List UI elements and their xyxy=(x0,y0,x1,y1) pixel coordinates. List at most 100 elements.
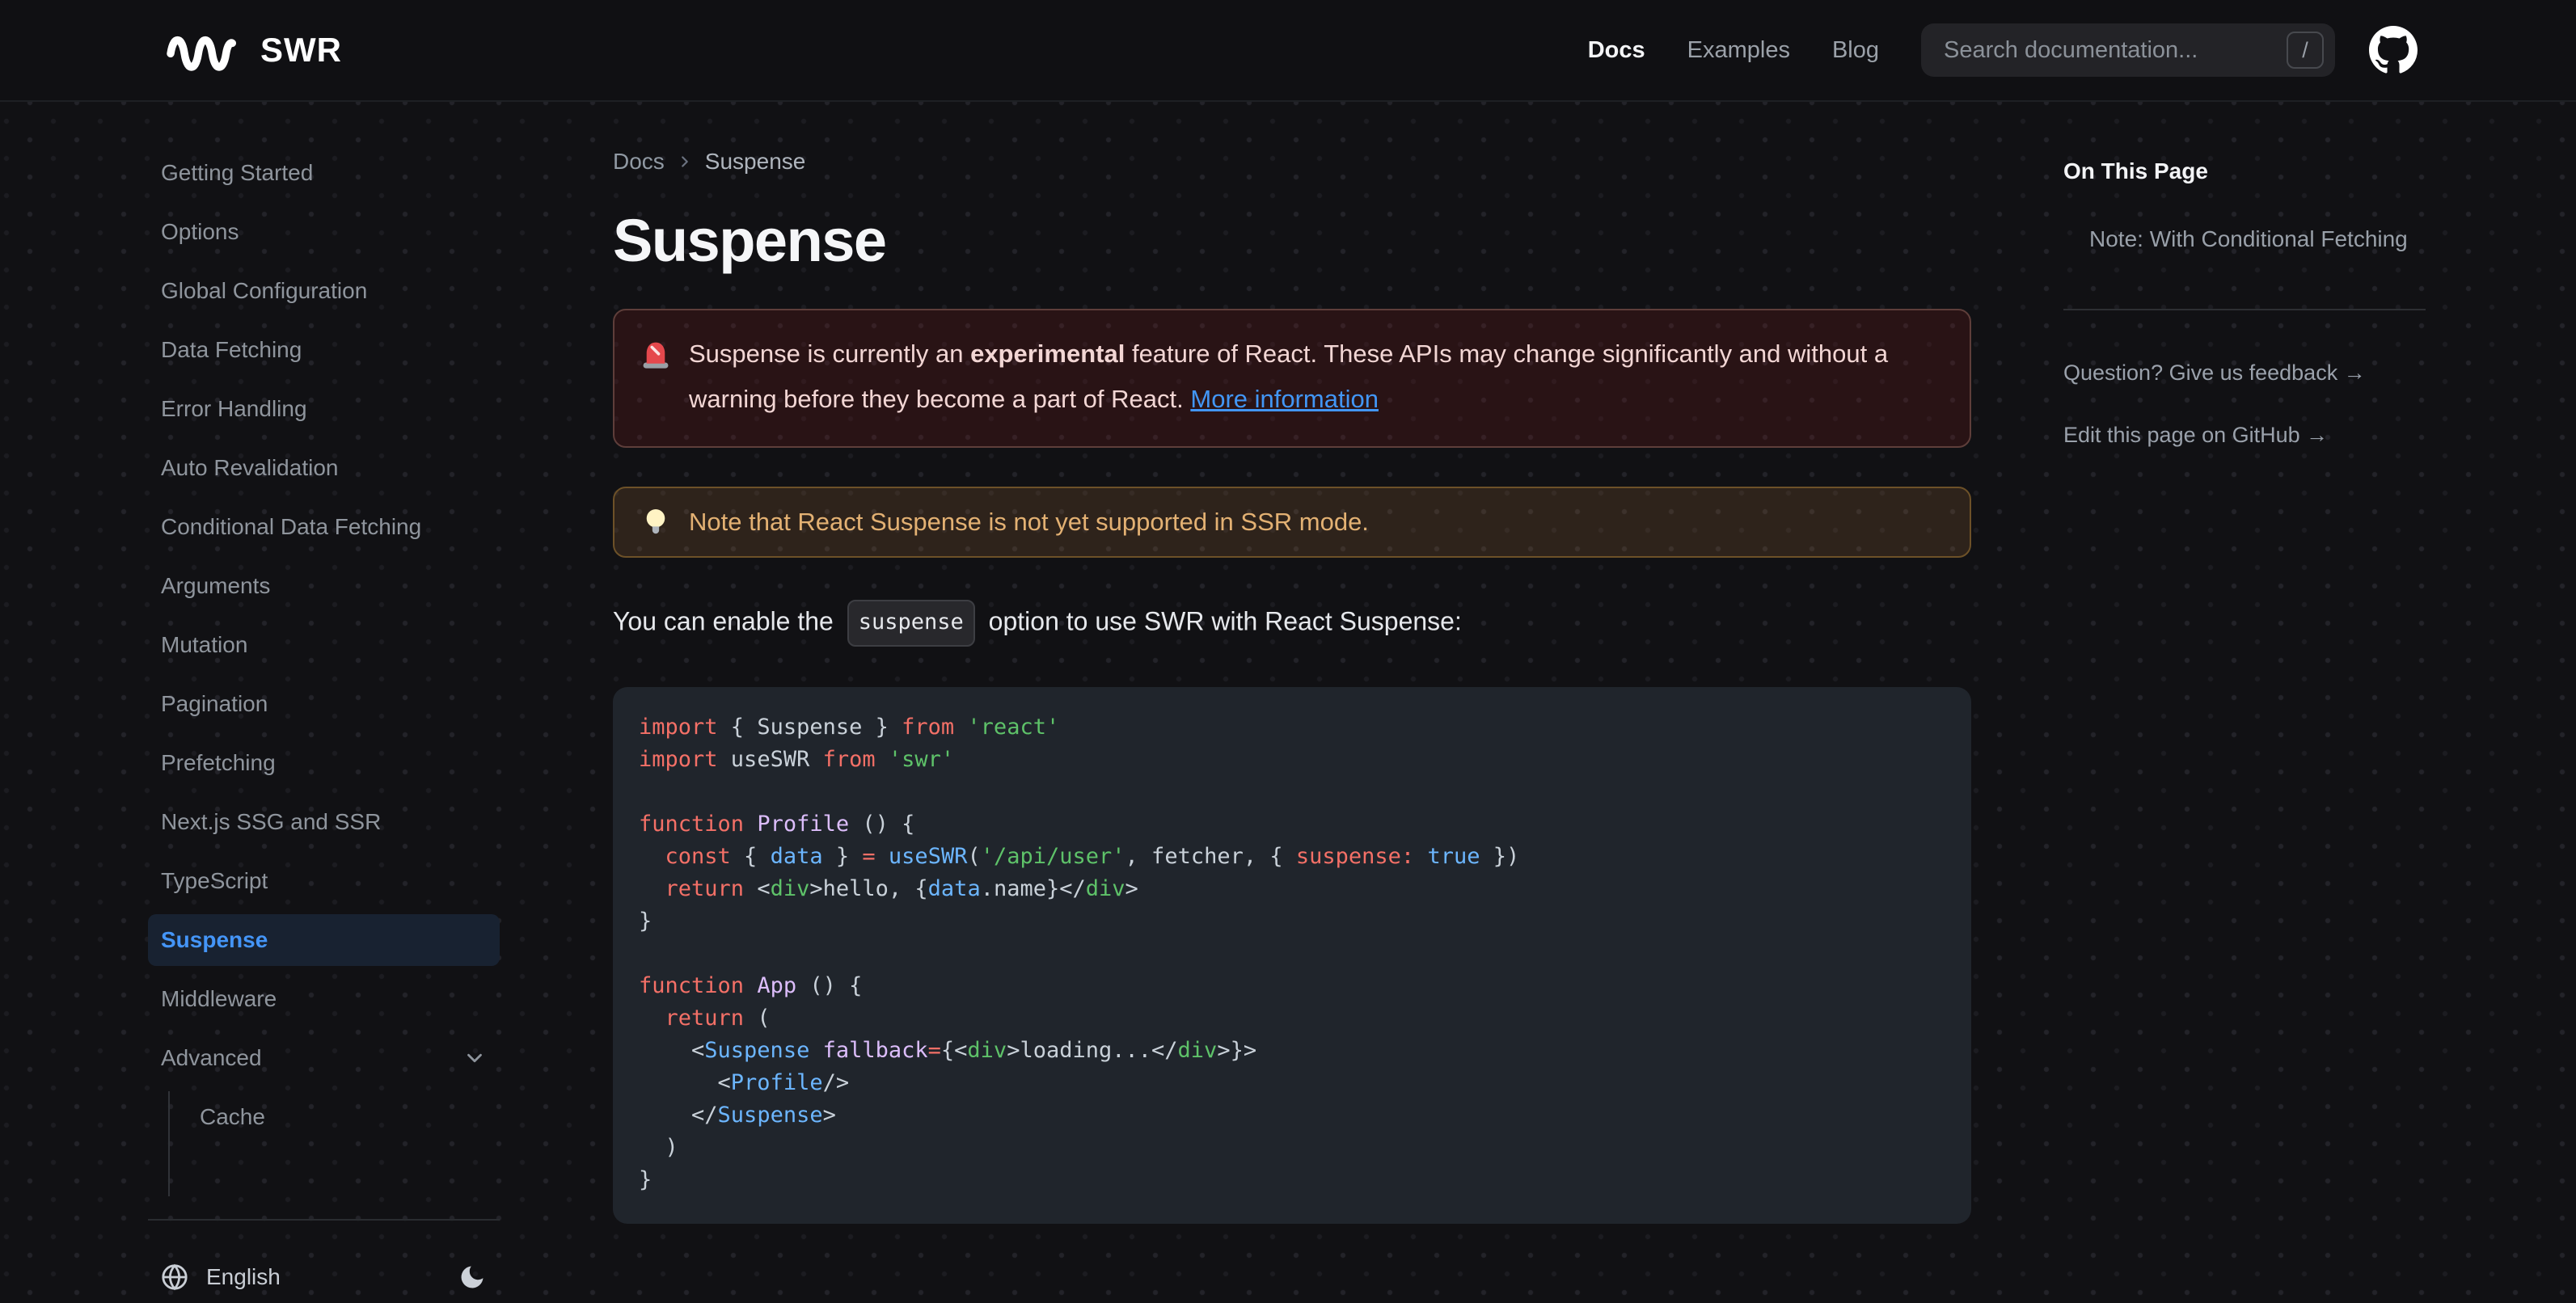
sidebar-item-auto-revalidation[interactable]: Auto Revalidation xyxy=(148,442,500,494)
sidebar-item-label: Middleware xyxy=(161,986,277,1011)
theme-toggle-moon-icon[interactable] xyxy=(458,1263,487,1292)
code-token: >hello, { xyxy=(809,876,928,901)
callout-text-segment: experimental xyxy=(970,339,1125,368)
nav-link-examples[interactable]: Examples xyxy=(1687,37,1790,64)
sidebar-item-conditional-data-fetching[interactable]: Conditional Data Fetching xyxy=(148,501,500,553)
swr-logo[interactable]: SWR xyxy=(160,26,342,74)
sidebar-item-advanced[interactable]: Advanced xyxy=(148,1032,500,1084)
sidebar-nested-group: Cache xyxy=(168,1091,500,1196)
code-token: useSWR xyxy=(888,844,968,869)
paragraph-text: option to use SWR with React Suspense: xyxy=(981,606,1462,636)
sidebar-item-typescript[interactable]: TypeScript xyxy=(148,855,500,907)
chevron-right-icon xyxy=(676,153,694,171)
sidebar-item-label: TypeScript xyxy=(161,868,268,893)
intro-paragraph: You can enable the suspense option to us… xyxy=(613,600,1971,647)
toc-item-link[interactable]: Note: With Conditional Fetching xyxy=(2089,225,2435,254)
sidebar-item-pagination[interactable]: Pagination xyxy=(148,678,500,730)
sidebar-item-label: Conditional Data Fetching xyxy=(161,514,422,539)
sidebar-item-data-fetching[interactable]: Data Fetching xyxy=(148,324,500,376)
globe-icon xyxy=(161,1263,188,1291)
code-token: div xyxy=(770,876,810,901)
feedback-link[interactable]: Question? Give us feedback → xyxy=(2063,361,2435,386)
code-token: from xyxy=(822,747,876,772)
code-token: }) xyxy=(1480,844,1520,869)
sidebar-item-label: Error Handling xyxy=(161,396,307,421)
sidebar-item-cache[interactable]: Cache xyxy=(187,1091,500,1143)
code-token: ) xyxy=(639,1135,678,1160)
sidebar: Getting Started Options Global Configurati… xyxy=(148,102,500,1303)
code-line: <Suspense fallback={<div>loading...</div… xyxy=(639,1035,1945,1067)
sidebar-item-label: Mutation xyxy=(161,632,248,657)
sidebar-item-arguments[interactable]: Arguments xyxy=(148,560,500,612)
nav-link-docs[interactable]: Docs xyxy=(1588,37,1645,64)
code-token: return xyxy=(665,1006,745,1031)
sidebar-item-label: Data Fetching xyxy=(161,337,302,362)
code-line: function Profile () { xyxy=(639,808,1945,841)
edit-page-link[interactable]: Edit this page on GitHub → xyxy=(2063,423,2435,448)
sidebar-item-prefetching[interactable]: Prefetching xyxy=(148,737,500,789)
code-token: import xyxy=(639,715,718,740)
code-token: data xyxy=(927,876,981,901)
more-information-link[interactable]: More information xyxy=(1190,377,1379,422)
code-token: from xyxy=(902,715,955,740)
code-token: } xyxy=(639,909,652,934)
callout-text-segment: Suspense is currently an xyxy=(689,339,971,368)
main-layout: Getting Started Options Global Configurati… xyxy=(0,102,2576,1303)
sidebar-item-global-configuration[interactable]: Global Configuration xyxy=(148,265,500,317)
page-title: Suspense xyxy=(613,207,887,274)
search-input[interactable]: Search documentation... / xyxy=(1921,23,2335,77)
search-shortcut-key: / xyxy=(2287,32,2324,69)
sidebar-item-label: Auto Revalidation xyxy=(161,455,339,480)
breadcrumb-docs[interactable]: Docs xyxy=(613,149,665,175)
code-token: ( xyxy=(967,844,981,869)
sidebar-item-label: Prefetching xyxy=(161,750,276,775)
code-line: return ( xyxy=(639,1002,1945,1035)
code-token: App xyxy=(757,973,797,998)
code-line: import useSWR from 'swr' xyxy=(639,744,1945,776)
ssr-note-text: Note that React Suspense is not yet supp… xyxy=(689,508,1369,536)
code-line: ) xyxy=(639,1132,1945,1164)
nav-link-blog[interactable]: Blog xyxy=(1832,37,1879,64)
sidebar-item-label: Suspense xyxy=(161,927,268,952)
code-line: } xyxy=(639,905,1945,938)
code-token: true xyxy=(1427,844,1480,869)
language-switcher[interactable]: English xyxy=(206,1264,281,1290)
sidebar-item-label: Getting Started xyxy=(161,160,314,185)
sidebar-item-options[interactable]: Options xyxy=(148,206,500,258)
sidebar-item-label: Options xyxy=(161,219,239,244)
code-token: , fetcher, { xyxy=(1125,844,1296,869)
sidebar-item-getting-started[interactable]: Getting Started xyxy=(148,147,500,199)
ssr-note-callout: Note that React Suspense is not yet supp… xyxy=(613,487,1971,558)
code-token: () { xyxy=(849,812,915,837)
code-token: > xyxy=(1125,876,1138,901)
sidebar-item-middleware[interactable]: Middleware xyxy=(148,973,500,1025)
sidebar-item-next-js-ssg-and-ssr[interactable]: Next.js SSG and SSR xyxy=(148,796,500,848)
sidebar-item-mutation[interactable]: Mutation xyxy=(148,619,500,671)
github-icon xyxy=(2369,26,2418,74)
sidebar-items: Getting Started Options Global Configurati… xyxy=(148,147,500,1196)
sidebar-item-error-handling[interactable]: Error Handling xyxy=(148,383,500,435)
code-token: '/api/user' xyxy=(980,844,1125,869)
sidebar-item-label: Next.js SSG and SSR xyxy=(161,809,382,834)
code-line: import { Suspense } from 'react' xyxy=(639,711,1945,744)
code-token: Profile xyxy=(757,812,850,837)
toc: On This Page Note: With Conditional Fetc… xyxy=(2063,102,2435,448)
chevron-down-icon xyxy=(462,1046,487,1070)
code-line: const { data } = useSWR('/api/user', fet… xyxy=(639,841,1945,873)
code-token: div xyxy=(1085,876,1125,901)
github-link[interactable] xyxy=(2369,26,2418,74)
code-token: function xyxy=(639,812,745,837)
code-token: {< xyxy=(940,1038,968,1063)
code-line: } xyxy=(639,1164,1945,1196)
sidebar-item-suspense[interactable]: Suspense xyxy=(148,914,500,966)
code-token: 'swr' xyxy=(888,747,955,772)
code-token: /> xyxy=(822,1070,850,1095)
code-token: () { xyxy=(796,973,863,998)
toc-heading: On This Page xyxy=(2063,158,2208,183)
